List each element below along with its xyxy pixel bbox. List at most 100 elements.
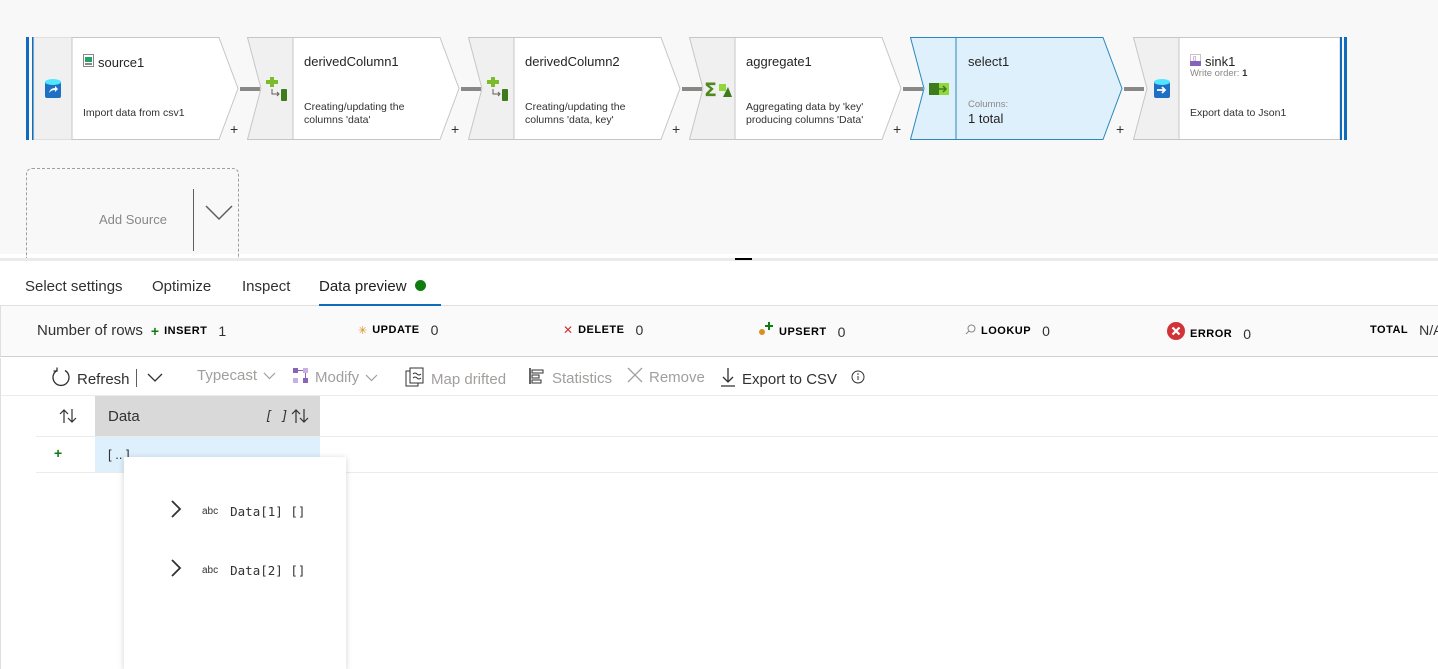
add-transform-button[interactable]: + xyxy=(672,121,680,137)
divider xyxy=(193,189,194,251)
string-type-icon: abc xyxy=(202,565,219,576)
stat-value: 1 xyxy=(218,322,227,339)
sort-icon[interactable] xyxy=(291,408,309,429)
export-csv-label: Export to CSV xyxy=(742,370,838,388)
column-header-data[interactable]: Data [ ] xyxy=(95,396,320,436)
refresh-icon xyxy=(51,367,71,391)
tab-data-preview[interactable]: Data preview xyxy=(319,278,441,306)
node-description-line: Aggregating data by 'key' xyxy=(746,101,864,113)
popup-list-item[interactable]: abc Data[1] [] xyxy=(170,499,305,524)
refresh-options-chevron-icon[interactable] xyxy=(147,370,163,388)
node-description-line: columns 'data, key' xyxy=(525,114,614,126)
aggregate-sigma-icon: Σ xyxy=(701,37,735,140)
dataflow-canvas[interactable]: source1 Import data from csv1 + derivedC… xyxy=(0,0,1438,258)
lookup-icon xyxy=(965,322,976,340)
node-derivedcolumn1[interactable]: derivedColumn1 Creating/updating the col… xyxy=(247,37,463,140)
derived-column-icon xyxy=(480,37,514,140)
node-description-line: Creating/updating the xyxy=(304,101,405,113)
panel-splitter[interactable] xyxy=(0,258,1438,261)
modify-icon xyxy=(292,367,309,388)
tab-label: Data preview xyxy=(319,278,407,295)
preview-toolbar: Refresh Typecast Modify Map drifted Stat… xyxy=(0,358,1438,396)
stat-value: 0 xyxy=(837,323,846,340)
add-transform-button[interactable]: + xyxy=(451,121,459,137)
stat-lookup: LOOKUP 0 xyxy=(965,322,1050,340)
splitter-grip[interactable] xyxy=(735,258,752,260)
svg-text:{}: {} xyxy=(1193,56,1197,62)
add-transform-button[interactable]: + xyxy=(230,121,238,137)
statistics-label: Statistics xyxy=(552,369,613,387)
typecast-button[interactable]: Typecast xyxy=(197,367,276,384)
stat-label: INSERT xyxy=(164,324,208,337)
chevron-down-icon[interactable] xyxy=(205,205,233,226)
add-transform-button[interactable]: + xyxy=(893,121,901,137)
column-name: Data xyxy=(108,408,140,425)
export-csv-button[interactable]: Export to CSV xyxy=(720,367,837,391)
array-value-popup: abc Data[1] [] abc Data[2] [] xyxy=(124,457,346,669)
columns-label: Columns: xyxy=(968,99,1009,110)
popup-list-item[interactable]: abc Data[2] [] xyxy=(170,558,305,583)
string-type-icon: abc xyxy=(202,506,219,517)
item-name: Data[2] [] xyxy=(230,563,306,578)
statistics-button[interactable]: Statistics xyxy=(528,367,612,389)
remove-button[interactable]: Remove xyxy=(627,367,705,387)
divider xyxy=(136,369,137,387)
node-title: source1 xyxy=(98,54,145,70)
stat-insert: Number of rows + INSERT 1 xyxy=(37,322,226,339)
chevron-right-icon[interactable] xyxy=(170,499,182,524)
row-stats-bar: Number of rows + INSERT 1 ✳ UPDATE 0 ✕ D… xyxy=(0,306,1438,357)
map-drifted-label: Map drifted xyxy=(431,370,507,388)
node-title: aggregate1 xyxy=(746,54,812,69)
chevron-right-icon[interactable] xyxy=(170,558,182,583)
stat-upsert: UPSERT 0 xyxy=(758,322,845,341)
tab-inspect[interactable]: Inspect xyxy=(242,278,290,306)
refresh-button[interactable]: Refresh xyxy=(51,367,130,391)
tab-optimize[interactable]: Optimize xyxy=(152,278,211,306)
add-source-label: Add Source xyxy=(99,212,167,227)
remove-label: Remove xyxy=(649,368,705,386)
add-transform-button[interactable]: + xyxy=(1116,121,1124,137)
row-sort-icon[interactable] xyxy=(59,408,77,429)
stat-label: ERROR xyxy=(1190,327,1233,340)
node-derivedcolumn2[interactable]: derivedColumn2 Creating/updating the col… xyxy=(468,37,684,140)
node-description-line: columns 'data' xyxy=(304,114,371,126)
stat-value: 0 xyxy=(1042,323,1050,339)
svg-text:Σ: Σ xyxy=(704,79,717,99)
refresh-label: Refresh xyxy=(77,370,130,388)
database-import-icon xyxy=(34,37,72,140)
node-title: derivedColumn2 xyxy=(525,54,620,69)
node-select1[interactable]: select1 Columns: 1 total + xyxy=(910,37,1126,140)
columns-value: 1 total xyxy=(968,111,1004,126)
node-source1[interactable]: source1 Import data from csv1 + xyxy=(26,37,242,140)
delete-icon: ✕ xyxy=(563,323,574,337)
stat-delete: ✕ DELETE 0 xyxy=(563,322,643,338)
info-icon[interactable] xyxy=(851,370,865,389)
status-dot-icon xyxy=(414,280,426,291)
csv-file-icon xyxy=(83,54,94,70)
map-drifted-button[interactable]: Map drifted xyxy=(405,367,506,391)
add-source-button[interactable]: Add Source xyxy=(26,168,239,258)
stat-label: UPDATE xyxy=(372,324,420,336)
node-title: select1 xyxy=(968,54,1010,69)
stat-value: 0 xyxy=(430,322,439,338)
stat-value: N/A xyxy=(1419,322,1438,338)
stat-label: LOOKUP xyxy=(981,325,1032,337)
node-description-line: producing columns 'Data' xyxy=(746,114,864,126)
modify-label: Modify xyxy=(315,369,360,386)
map-drifted-icon xyxy=(405,367,425,391)
chevron-down-icon xyxy=(365,369,378,386)
chevron-down-icon xyxy=(263,367,276,384)
close-icon xyxy=(627,367,643,387)
stat-label: DELETE xyxy=(578,324,625,336)
update-icon: ✳ xyxy=(358,324,368,337)
error-icon xyxy=(1167,322,1185,345)
stat-total: TOTAL N/A xyxy=(1370,322,1438,338)
node-title: sink1 xyxy=(1205,54,1236,69)
modify-button[interactable]: Modify xyxy=(292,367,378,388)
node-sink1[interactable]: {} sink1 Write order: 1 Export data to J… xyxy=(1133,37,1349,140)
node-description-line: Creating/updating the xyxy=(525,101,626,113)
insert-row-icon: + xyxy=(54,445,63,461)
tab-select-settings[interactable]: Select settings xyxy=(25,278,123,306)
node-aggregate1[interactable]: Σ aggregate1 Aggregating data by 'key' p… xyxy=(689,37,905,140)
rows-label: Number of rows xyxy=(37,322,143,339)
